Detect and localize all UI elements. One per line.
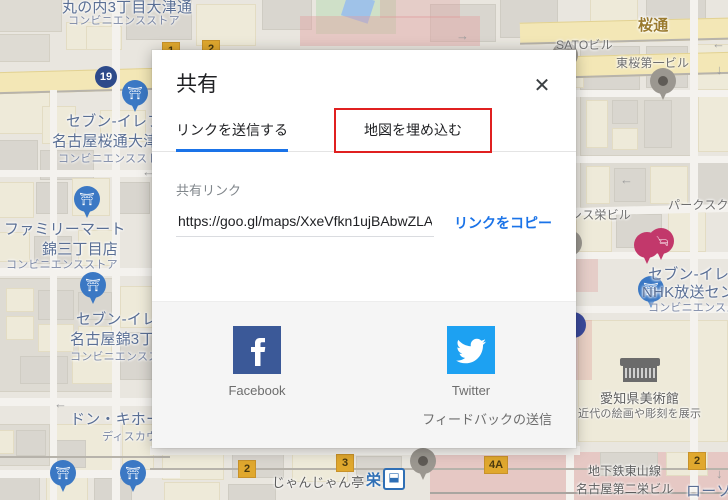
tab-embed-map-label: 地図を埋め込む — [364, 122, 462, 138]
share-link-label: 共有リンク — [176, 183, 242, 198]
share-dialog: 共有 ✕ リンクを送信する 地図を埋め込む 共有リンク リンクをコピー — [152, 50, 576, 448]
share-link-input[interactable] — [176, 209, 434, 237]
share-facebook-button[interactable]: Facebook — [220, 326, 294, 398]
dialog-body: 共有リンク リンクをコピー — [152, 152, 576, 301]
tab-embed-map[interactable]: 地図を埋め込む — [336, 110, 490, 151]
send-feedback-link[interactable]: フィードバックの送信 — [422, 409, 552, 428]
tab-send-link-label: リンクを送信する — [176, 122, 288, 138]
close-icon[interactable]: ✕ — [528, 72, 556, 100]
share-twitter-button[interactable]: Twitter — [434, 326, 508, 398]
dialog-title: 共有 — [176, 73, 218, 96]
social-share-row: Facebook Twitter — [152, 302, 576, 398]
facebook-icon — [233, 326, 281, 374]
copy-link-button[interactable]: リンクをコピー — [454, 213, 552, 233]
twitter-icon — [447, 326, 495, 374]
dialog-header: 共有 ✕ — [152, 50, 576, 98]
map-share-screen: 19 1 2 2 3 2 4A ⛩ ⛩ ⛩ ⛩ ⛩ ⛩ — [0, 0, 728, 500]
tab-send-link[interactable]: リンクを送信する — [176, 110, 288, 152]
facebook-label: Facebook — [228, 383, 286, 398]
share-link-row: リンクをコピー — [176, 209, 552, 237]
twitter-label: Twitter — [451, 383, 491, 398]
dialog-footer: Facebook Twitter フィードバックの送信 — [152, 301, 576, 448]
dialog-tabs: リンクを送信する 地図を埋め込む — [152, 110, 576, 152]
